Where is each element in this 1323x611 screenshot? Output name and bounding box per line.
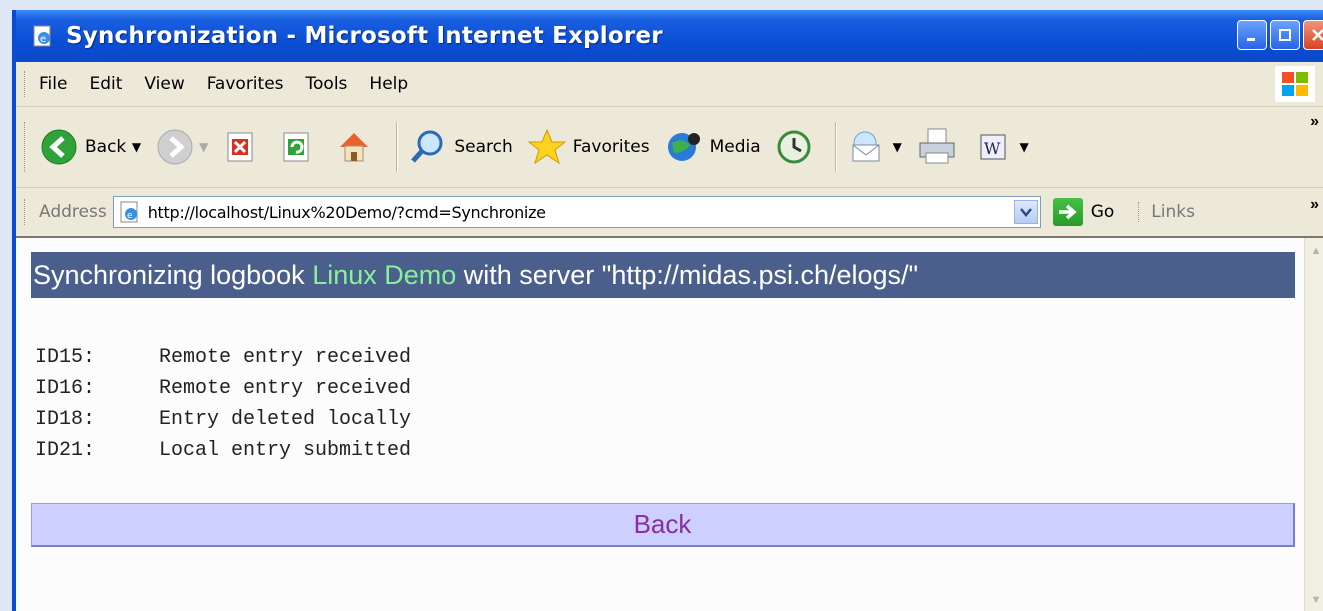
menu-view[interactable]: View [144, 74, 184, 94]
toolbar-separator [834, 122, 837, 172]
back-link[interactable]: Back [634, 509, 692, 540]
log-entry-message: Entry deleted locally [159, 408, 412, 431]
menu-favorites[interactable]: Favorites [207, 74, 284, 94]
menu-edit[interactable]: Edit [89, 74, 122, 94]
page-icon: e [118, 200, 142, 224]
banner-suffix: with server "http://midas.psi.ch/elogs/" [456, 259, 919, 290]
search-icon [408, 127, 448, 167]
forward-button[interactable]: ▼ [155, 127, 208, 167]
log-entry-message: Remote entry received [159, 346, 412, 369]
chevron-down-icon[interactable]: ▼ [199, 140, 208, 154]
go-arrow-icon [1052, 198, 1083, 226]
printer-icon [916, 127, 958, 167]
word-icon: W [978, 132, 1008, 162]
favorites-button[interactable]: Favorites [527, 127, 650, 167]
log-entry-message: Remote entry received [159, 377, 412, 400]
sync-banner: Synchronizing logbook Linux Demo with se… [31, 252, 1295, 298]
log-entry-message: Local entry submitted [159, 439, 412, 462]
go-button-label: Go [1090, 202, 1115, 222]
home-button[interactable] [334, 127, 380, 167]
log-entry-id: ID18: [35, 408, 96, 431]
log-entry-id: ID15: [35, 346, 96, 369]
menu-bar: File Edit View Favorites Tools Help [16, 62, 1323, 107]
back-button[interactable]: Back ▼ [39, 127, 141, 167]
chevron-down-icon[interactable]: ▼ [124, 140, 141, 154]
mail-icon [847, 129, 889, 165]
svg-text:e: e [127, 211, 133, 221]
minimize-button[interactable] [1237, 20, 1267, 50]
close-button[interactable] [1303, 20, 1323, 50]
stop-button[interactable] [222, 129, 264, 165]
media-globe-icon [664, 127, 704, 167]
scroll-up-icon[interactable]: ▲ [1307, 242, 1323, 260]
svg-text:e: e [40, 34, 46, 45]
back-arrow-icon [39, 127, 79, 167]
banner-prefix: Synchronizing logbook [33, 259, 313, 290]
log-row: ID18: Entry deleted locally [35, 404, 411, 435]
forward-arrow-icon [155, 127, 195, 167]
media-button[interactable]: Media [664, 127, 761, 167]
back-button-label: Back [85, 137, 127, 157]
links-overflow-icon[interactable]: » [1310, 196, 1319, 214]
chevron-down-icon[interactable]: ▼ [893, 140, 902, 154]
svg-text:W: W [984, 139, 1001, 158]
title-bar[interactable]: e Synchronization - Microsoft Internet E… [16, 10, 1323, 62]
toolbar-grip[interactable] [24, 122, 29, 172]
window-title: Synchronization - Microsoft Internet Exp… [66, 23, 663, 49]
star-icon [527, 127, 567, 167]
menu-help[interactable]: Help [369, 74, 408, 94]
address-bar: Address e http://localhost/Linux%20Demo/… [16, 188, 1323, 237]
standard-toolbar: Back ▼ ▼ Search Favorites Media ▼ W ▼ » [16, 107, 1323, 188]
browser-window: e Synchronization - Microsoft Internet E… [12, 10, 1323, 611]
url-text[interactable]: http://localhost/Linux%20Demo/?cmd=Synch… [148, 203, 546, 222]
log-row: ID15: Remote entry received [35, 342, 411, 373]
menu-tools[interactable]: Tools [306, 74, 348, 94]
log-entry-id: ID16: [35, 377, 96, 400]
history-button[interactable] [775, 128, 819, 166]
banner-logbook-name: Linux Demo [312, 259, 457, 290]
page-content: Synchronizing logbook Linux Demo with se… [16, 236, 1323, 611]
address-label: Address [39, 202, 107, 222]
windows-logo-icon [1275, 66, 1315, 102]
toolbar-overflow-icon[interactable]: » [1310, 113, 1319, 131]
refresh-icon [278, 129, 314, 165]
ie-page-icon: e [30, 23, 56, 49]
log-row: ID16: Remote entry received [35, 373, 411, 404]
address-grip[interactable] [24, 199, 29, 225]
url-input[interactable]: e http://localhost/Linux%20Demo/?cmd=Syn… [112, 196, 1041, 228]
search-button-label: Search [454, 137, 513, 157]
toolbar-separator [396, 122, 399, 172]
sync-log: ID15: Remote entry received ID16: Remote… [35, 342, 411, 466]
refresh-button[interactable] [278, 129, 320, 165]
favorites-button-label: Favorites [572, 137, 650, 157]
log-row: ID21: Local entry submitted [35, 435, 411, 466]
home-icon [334, 127, 374, 167]
print-button[interactable] [916, 127, 964, 167]
edit-word-button[interactable]: W ▼ [978, 132, 1029, 162]
links-toolbar[interactable]: Links [1138, 202, 1195, 222]
history-icon [775, 128, 813, 166]
media-button-label: Media [709, 137, 761, 157]
maximize-button[interactable] [1270, 20, 1300, 50]
log-entry-id: ID21: [35, 439, 96, 462]
menu-file[interactable]: File [39, 74, 67, 94]
search-button[interactable]: Search [408, 127, 513, 167]
go-button[interactable]: Go [1052, 198, 1115, 226]
vertical-scrollbar[interactable]: ▲ ▼ [1304, 238, 1323, 611]
chevron-down-icon[interactable]: ▼ [1012, 140, 1029, 154]
menu-grip[interactable] [24, 71, 29, 97]
scroll-down-icon[interactable]: ▼ [1307, 591, 1323, 609]
back-bar: Back [31, 503, 1295, 547]
stop-icon [222, 129, 258, 165]
mail-button[interactable]: ▼ [847, 129, 902, 165]
url-dropdown-button[interactable] [1013, 200, 1038, 224]
